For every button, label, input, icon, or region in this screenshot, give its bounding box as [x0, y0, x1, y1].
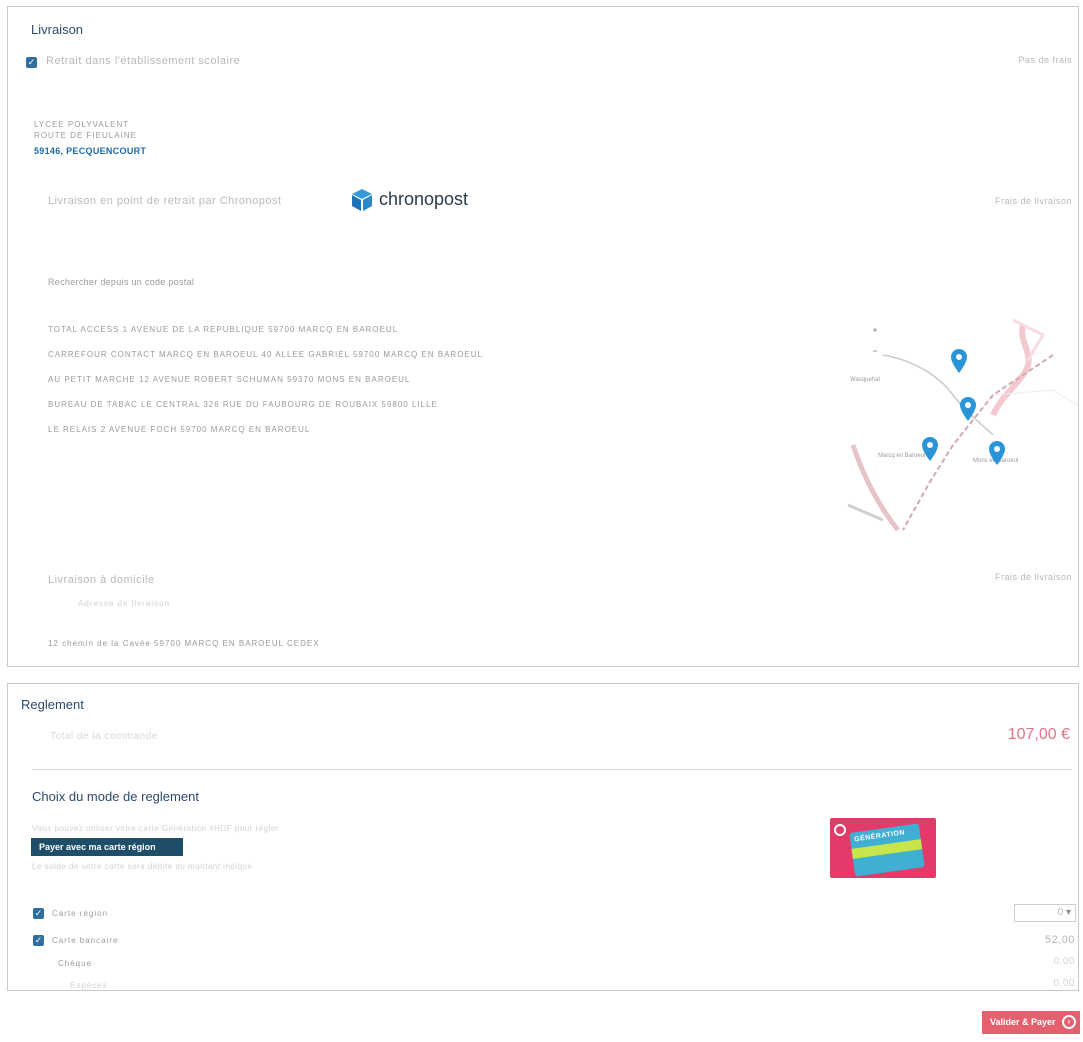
- total-value: 107,00 €: [1007, 726, 1070, 743]
- reglement-title: Reglement: [21, 697, 84, 712]
- chevron-down-icon: ▾: [1065, 907, 1071, 918]
- total-label: Total de la commande: [50, 731, 158, 742]
- method-cheque-label: Chèque: [58, 959, 93, 968]
- region-card-logo-icon: [834, 824, 846, 836]
- method-carte-region-value: 0: [1057, 907, 1064, 918]
- etablissement-address-line1: LYCEE POLYVALENT: [34, 120, 130, 129]
- valider-payer-button[interactable]: Valider & Payer ›: [982, 1011, 1080, 1034]
- etablissement-address-city: 59146, PECQUENCOURT: [34, 146, 147, 156]
- livraison-title: Livraison: [31, 22, 84, 37]
- region-card-image: GÉNÉRATION: [830, 818, 936, 878]
- region-text-2: Le solde de votre carte sera débité du m…: [32, 862, 253, 871]
- chronopost-brand: chronopost: [379, 189, 469, 209]
- method-carte-region-checkbox[interactable]: ✓: [33, 908, 44, 919]
- region-text-1: Vous pouvez utiliser votre carte Générat…: [32, 824, 279, 833]
- chronopost-cube-icon: [352, 189, 372, 211]
- method-carte-bancaire-label: Carte bancaire: [52, 936, 119, 945]
- relay-point-3[interactable]: AU PETIT MARCHE 12 AVENUE ROBERT SCHUMAN…: [48, 375, 410, 384]
- domicile-price: Frais de livraison: [994, 572, 1072, 582]
- reglement-panel: Reglement Total de la commande 107,00 € …: [7, 683, 1079, 991]
- method-cheque-value[interactable]: 0,00: [1054, 956, 1075, 967]
- relay-point-4[interactable]: BUREAU DE TABAC LE CENTRAL 326 RUE DU FA…: [48, 400, 438, 409]
- arrow-right-icon: ›: [1062, 1015, 1076, 1029]
- etablissement-checkbox[interactable]: ✓: [26, 57, 37, 68]
- payer-carte-region-button[interactable]: Payer avec ma carte région: [31, 838, 183, 856]
- domicile-label: Livraison à domicile: [48, 574, 155, 586]
- method-carte-bancaire-checkbox[interactable]: ✓: [33, 935, 44, 946]
- map-pin-icon[interactable]: [950, 348, 968, 374]
- domicile-sub: Adresse de livraison: [78, 599, 171, 608]
- chronopost-label: Livraison en point de retrait par Chrono…: [48, 195, 282, 207]
- etablissement-address-line2: ROUTE DE FIEULAINE: [34, 131, 137, 140]
- reglement-separator: [32, 769, 1072, 770]
- region-card-inner: GÉNÉRATION: [849, 823, 925, 877]
- method-carte-bancaire-value[interactable]: 52,00: [1045, 934, 1075, 946]
- method-carte-region-select[interactable]: 0 ▾: [1014, 904, 1076, 922]
- valider-payer-label: Valider & Payer: [990, 1017, 1056, 1027]
- relay-point-5[interactable]: LE RELAIS 2 AVENUE FOCH 59700 MARCQ EN B…: [48, 425, 310, 434]
- choix-title: Choix du mode de reglement: [32, 789, 199, 804]
- relay-point-1[interactable]: TOTAL ACCESS 1 AVENUE DE LA REPUBLIQUE 5…: [48, 325, 398, 334]
- domicile-address: 12 chemin de la Cavée 59700 MARCQ EN BAR…: [48, 639, 320, 648]
- map-pin-icon[interactable]: [988, 440, 1006, 466]
- map-label-wasquehal: Wasquehal: [850, 377, 880, 383]
- etablissement-price: Pas de frais: [1018, 55, 1072, 65]
- relay-map[interactable]: Wasquehal Marcq en Baroeul Mons en Baroe…: [843, 315, 1081, 547]
- chronopost-price: Frais de livraison: [994, 196, 1072, 206]
- chronopost-search-input[interactable]: Rechercher depuis un code postal: [48, 277, 194, 287]
- method-especes-label: Espèces: [70, 981, 108, 990]
- map-pin-icon[interactable]: [959, 396, 977, 422]
- method-especes-value[interactable]: 0,00: [1054, 978, 1075, 989]
- etablissement-label: Retrait dans l'établissement scolaire: [46, 55, 241, 67]
- map-pin-icon[interactable]: [921, 436, 939, 462]
- method-carte-region-label: Carte région: [52, 909, 109, 918]
- relay-point-2[interactable]: CARREFOUR CONTACT MARCQ EN BAROEUL 40 AL…: [48, 350, 483, 359]
